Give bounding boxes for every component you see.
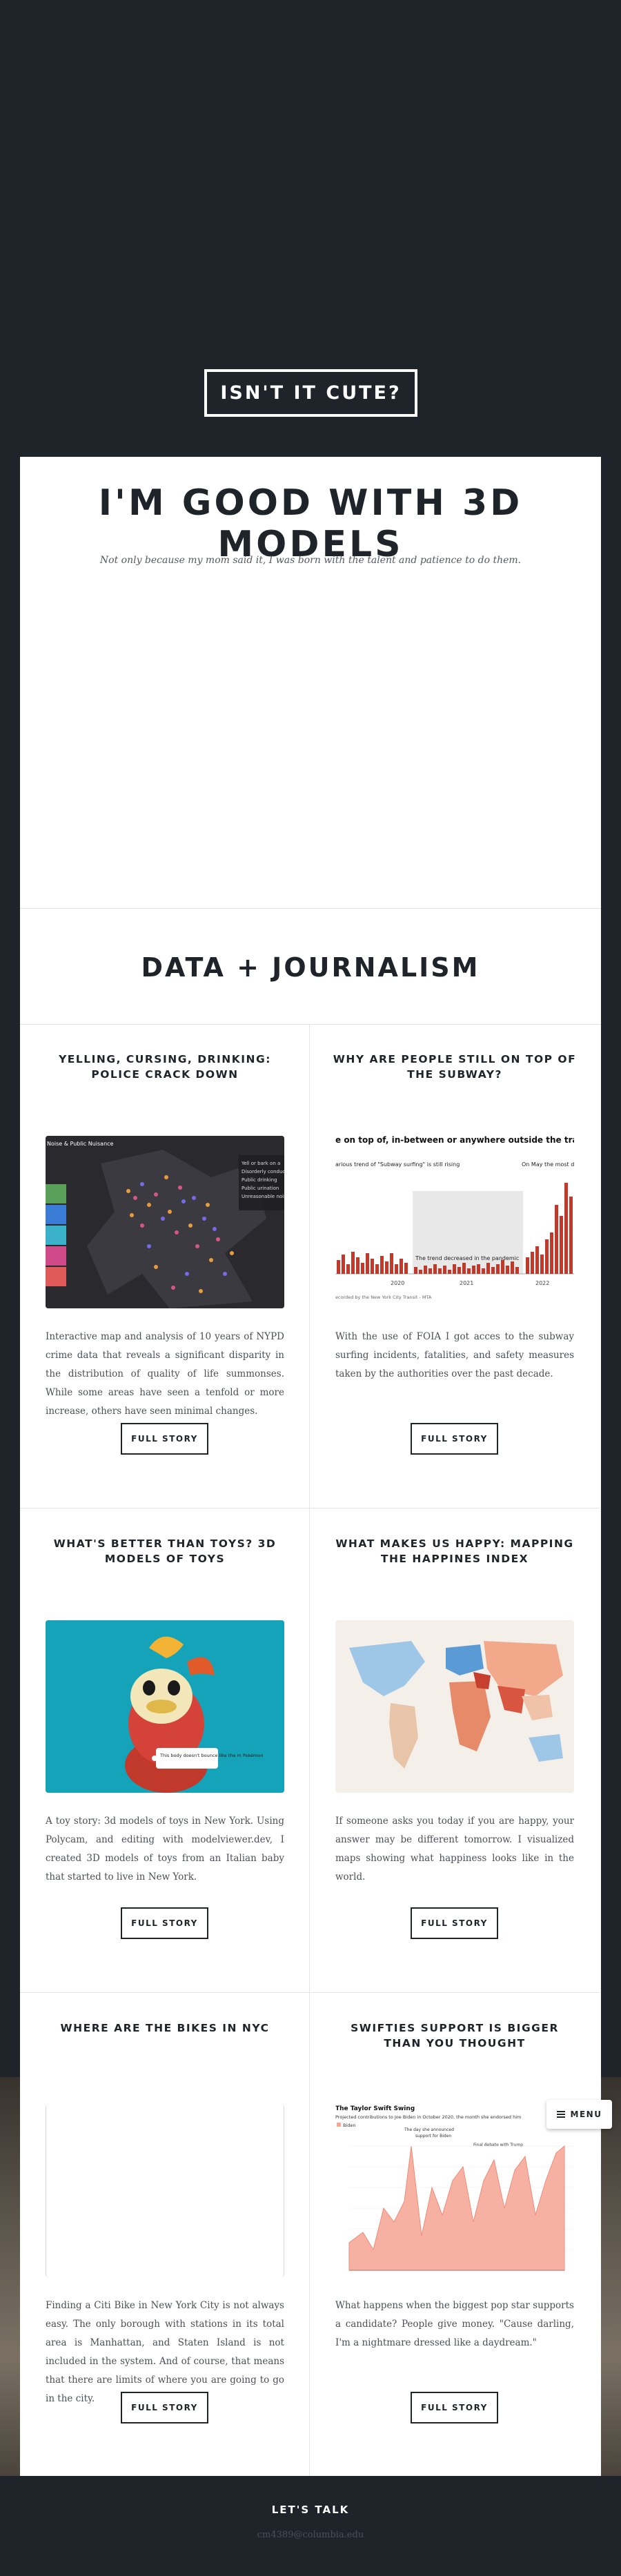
menu-button[interactable]: MENU bbox=[546, 2100, 612, 2129]
menu-label: MENU bbox=[570, 2110, 602, 2119]
axis-label: 2021 bbox=[460, 1280, 473, 1286]
project-card: WHAT MAKES US HAPPY: MAPPING THE HAPPINE… bbox=[310, 1508, 600, 1993]
chart-legend: Biden bbox=[343, 2123, 356, 2128]
chart-heading: The Taylor Swift Swing bbox=[335, 2105, 415, 2112]
full-story-button[interactable]: FULL STORY bbox=[411, 1423, 498, 1455]
chart-note: arious trend of "Subway surfing" is stil… bbox=[335, 1161, 460, 1168]
map-legend-item: Public urination bbox=[241, 1186, 279, 1191]
hamburger-icon bbox=[556, 2111, 565, 2118]
chart-heading: e on top of, in-between or anywhere outs… bbox=[335, 1136, 574, 1145]
main-content: I'M GOOD WITH 3D MODELS Not only because… bbox=[20, 457, 601, 2477]
card-title: WHY ARE PEOPLE STILL ON TOP OF THE SUBWA… bbox=[333, 1053, 577, 1081]
chart-note: The day she announced bbox=[404, 2127, 454, 2132]
project-card: YELLING, CURSING, DRINKING: POLICE CRACK… bbox=[20, 1024, 310, 1508]
card-description: A toy story: 3d models of toys in New Yo… bbox=[46, 1816, 284, 1882]
subway-chart-thumbnail[interactable]: e on top of, in-between or anywhere outs… bbox=[335, 1136, 574, 1308]
intro-title: I'M GOOD WITH 3D MODELS bbox=[98, 482, 523, 565]
card-title: WHAT'S BETTER THAN TOYS? 3D MODELS OF TO… bbox=[53, 1537, 277, 1565]
card-description: Interactive map and analysis of 10 years… bbox=[46, 1331, 284, 1417]
card-description: With the use of FOIA I got acces to the … bbox=[335, 1331, 574, 1379]
chart-source: ecorded by the New York City Transit - M… bbox=[335, 1295, 432, 1300]
footer: LET'S TALK cm4389@columbia.edu bbox=[20, 2476, 601, 2576]
project-card: WHAT'S BETTER THAN TOYS? 3D MODELS OF TO… bbox=[20, 1508, 310, 1993]
axis-label: 2022 bbox=[535, 1280, 549, 1286]
map-legend-item: Disorderly conduct bbox=[241, 1169, 284, 1174]
chart-subheading: Projected contributions to Joe Biden in … bbox=[335, 2114, 521, 2120]
card-title: SWIFTIES SUPPORT IS BIGGER THAN YOU THOU… bbox=[351, 2022, 559, 2049]
footer-title: LET'S TALK bbox=[271, 2504, 350, 2516]
project-card: WHY ARE PEOPLE STILL ON TOP OF THE SUBWA… bbox=[310, 1024, 600, 1508]
map-legend-item: Yell or bark on a bbox=[241, 1161, 280, 1166]
axis-label: 2020 bbox=[391, 1280, 404, 1286]
intro-subtitle: Not only because my mom said it, I was b… bbox=[99, 555, 522, 566]
card-title: WHAT MAKES US HAPPY: MAPPING THE HAPPINE… bbox=[335, 1537, 574, 1565]
map-legend-item: Public drinking bbox=[241, 1177, 277, 1183]
hero-cta-button[interactable]: ISN'T IT CUTE? bbox=[204, 369, 417, 417]
full-story-button[interactable]: FULL STORY bbox=[121, 1423, 208, 1455]
full-story-button[interactable]: FULL STORY bbox=[121, 2392, 208, 2423]
footer-email-link[interactable]: cm4389@columbia.edu bbox=[20, 2530, 601, 2540]
card-description: What happens when the biggest pop star s… bbox=[335, 2300, 574, 2348]
chart-note: support for Biden bbox=[415, 2134, 451, 2139]
project-card: SWIFTIES SUPPORT IS BIGGER THAN YOU THOU… bbox=[310, 1993, 600, 2477]
full-story-button[interactable]: FULL STORY bbox=[121, 1907, 208, 1939]
chart-note: Final debate with Trump bbox=[473, 2143, 523, 2147]
divider bbox=[20, 908, 601, 909]
happiness-map-thumbnail[interactable] bbox=[335, 1620, 574, 1793]
project-card: WHERE ARE THE BIKES IN NYC Finding a Cit… bbox=[20, 1993, 310, 2477]
map-label: Noise & Public Nuisance bbox=[47, 1141, 114, 1147]
card-title: YELLING, CURSING, DRINKING: POLICE CRACK… bbox=[59, 1053, 271, 1081]
toy-model-thumbnail[interactable]: This body doesn't bounce like the m Poké… bbox=[46, 1620, 284, 1793]
bikes-map-thumbnail[interactable] bbox=[46, 2105, 284, 2277]
toy-callout: This body doesn't bounce like the m Poké… bbox=[159, 1753, 263, 1758]
swifties-chart-thumbnail[interactable]: The Taylor Swift Swing Projected contrib… bbox=[335, 2105, 574, 2277]
chart-note: On May the most d ancelwide was 'Su bbox=[522, 1161, 574, 1168]
card-title: WHERE ARE THE BIKES IN NYC bbox=[60, 2022, 270, 2034]
hero-section: ISN'T IT CUTE? bbox=[0, 0, 621, 457]
full-story-button[interactable]: FULL STORY bbox=[411, 1907, 498, 1939]
full-story-button[interactable]: FULL STORY bbox=[411, 2392, 498, 2423]
police-map-thumbnail[interactable]: Yell or bark on a Disorderly conduct Pub… bbox=[46, 1136, 284, 1308]
card-description: If someone asks you today if you are hap… bbox=[335, 1816, 574, 1882]
map-legend-item: Unreasonable noise bbox=[241, 1194, 284, 1199]
section-title: DATA + JOURNALISM bbox=[141, 952, 480, 983]
